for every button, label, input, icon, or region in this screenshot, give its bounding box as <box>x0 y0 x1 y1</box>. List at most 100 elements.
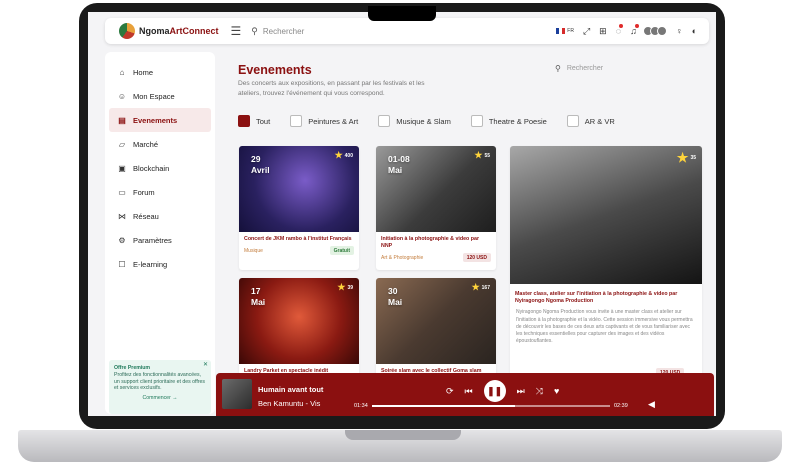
filter-theatre-poesie[interactable]: Theatre & Poesie <box>470 115 547 127</box>
page-subtitle: Des concerts aux expositions, en passant… <box>238 80 425 97</box>
events-main: Evenements Des concerts aux expositions,… <box>223 52 713 382</box>
player-controls: ⟳ ⏮ ❚❚ ⏭ ⤨ ♥ <box>446 380 559 402</box>
laptop-base-notch <box>345 430 461 440</box>
forum-icon: ▭ <box>118 187 126 197</box>
sidebar-item-label: Réseau <box>133 211 159 221</box>
sidebar-item-label: Forum <box>133 187 155 197</box>
star-icon: ★ <box>471 282 480 292</box>
filter-label: Peintures & Art <box>308 116 359 126</box>
checkbox[interactable] <box>290 115 303 127</box>
top-bar: NgomaArtConnect ☰ ⚲ Rechercher FR ⤢ ⊞ ◌ … <box>105 18 709 44</box>
filter-label: Musique & Slam <box>396 116 451 126</box>
heart-icon[interactable]: ♥ <box>554 386 559 396</box>
filter-peintures-art[interactable]: Peintures & Art <box>290 115 358 127</box>
event-description: Nyiragongo Ngoma Production vous invite … <box>516 309 693 345</box>
language-selector[interactable]: FR <box>556 28 574 34</box>
current-time: 01:34 <box>354 403 368 409</box>
sidebar-item-blockchain[interactable]: ▣ Blockchain <box>105 156 215 180</box>
volume-icon[interactable]: ◀ <box>648 399 655 410</box>
track-artist: Ben Kamuntu - Vis <box>258 399 321 408</box>
star-icon: ★ <box>334 150 343 160</box>
africa-logo-icon <box>119 23 135 39</box>
event-date: 01-08 Mai <box>388 154 410 175</box>
event-card[interactable]: 30 Mai ★ 167 Soirée slam avec le collectif… <box>376 278 496 382</box>
star-icon: ★ <box>676 150 689 165</box>
app-screen: NgomaArtConnect ☰ ⚲ Rechercher FR ⤢ ⊞ ◌ … <box>88 12 716 416</box>
sidebar-item-marche[interactable]: ▱ Marché <box>105 132 215 156</box>
camera-notch <box>368 6 436 21</box>
event-rating: ★ 35 <box>676 150 696 165</box>
repeat-icon[interactable]: ⟳ <box>446 386 454 397</box>
pause-button[interactable]: ❚❚ <box>483 380 506 402</box>
checkbox[interactable] <box>566 115 579 127</box>
top-search-placeholder: Rechercher <box>262 26 305 36</box>
chat-icon[interactable]: ◌ <box>616 24 624 36</box>
sidebar-item-mon-espace[interactable]: ☺ Mon Espace <box>105 84 215 108</box>
event-image: 29 Avril ★ 400 <box>239 146 359 232</box>
checkbox[interactable] <box>238 115 250 127</box>
bell-icon[interactable]: ♫ <box>630 24 639 36</box>
dark-mode-icon[interactable]: ◐ <box>692 26 697 36</box>
event-date: 29 Avril <box>251 154 270 175</box>
event-image: 30 Mai ★ 167 <box>376 278 496 364</box>
sidebar-item-evenements[interactable]: ▤ Evenements <box>109 108 211 132</box>
filter-tout[interactable]: Tout <box>238 115 270 127</box>
sidebar: ⌂ Home ☺ Mon Espace ▤ Evenements ▱ Marché ▣ B… <box>105 52 215 414</box>
event-card[interactable]: 01-08 Mai ★ 55 Initiation à la photographi… <box>376 146 496 270</box>
sidebar-item-forum[interactable]: ▭ Forum <box>105 180 215 204</box>
event-rating: ★ 55 <box>474 150 490 160</box>
sidebar-item-parametres[interactable]: ⚙ Paramètres <box>105 228 215 252</box>
avatar <box>656 26 667 36</box>
brand-logo[interactable]: NgomaArtConnect <box>119 23 219 39</box>
star-icon: ★ <box>474 150 483 160</box>
filter-musique-slam[interactable]: Musique & Slam <box>378 115 451 127</box>
promo-title: Offre Premium <box>114 365 151 371</box>
events-search[interactable]: ⚲ Rechercher <box>555 64 603 73</box>
sidebar-item-reseau[interactable]: ⋈ Réseau <box>105 204 215 228</box>
checkbox[interactable] <box>470 115 483 127</box>
track-title: Humain avant tout <box>258 385 324 394</box>
sidebar-item-home[interactable]: ⌂ Home <box>105 60 215 84</box>
event-price: 120 USD <box>462 253 491 263</box>
event-category: Art & Photographie <box>381 254 424 261</box>
previous-icon[interactable]: ⏮ <box>465 386 473 397</box>
event-title: Initiation à la photographie & video par… <box>381 236 480 250</box>
sidebar-item-elearning[interactable]: ☐ E-learning <box>105 252 215 276</box>
event-card[interactable]: 29 Avril ★ 400 Concert de JKM rambo à l'in… <box>239 146 359 270</box>
category-filters: Tout Peintures & Art Musique & Slam Thea… <box>238 115 635 127</box>
shuffle-icon[interactable]: ⤨ <box>536 386 543 397</box>
top-search[interactable]: ⚲ Rechercher <box>251 26 304 37</box>
cart-icon: ▱ <box>118 139 126 149</box>
user-profile-icon[interactable]: ♀ <box>676 26 683 36</box>
online-users[interactable] <box>642 26 667 36</box>
promo-start-link[interactable]: Commencer → <box>114 395 206 402</box>
event-image: 17 Mai ★ 39 <box>239 278 359 364</box>
filter-ar-vr[interactable]: AR & VR <box>566 115 615 127</box>
event-card-featured[interactable]: ★ 35 Master class, atelier sur l'initiati… <box>510 146 702 382</box>
event-card[interactable]: 17 Mai ★ 39 Landry Parket en spectacle iné… <box>239 278 359 382</box>
event-rating: ★ 167 <box>471 282 490 292</box>
events-search-placeholder: Rechercher <box>566 65 604 72</box>
checkbox[interactable] <box>378 115 391 127</box>
close-icon[interactable]: ✕ <box>203 362 208 370</box>
event-image: 01-08 Mai ★ 55 <box>376 146 496 232</box>
event-price: Gratuit <box>329 246 354 256</box>
progress-fill <box>372 405 515 407</box>
event-category: Musique <box>244 247 263 254</box>
progress-bar[interactable] <box>372 405 610 407</box>
apps-grid-icon[interactable]: ⊞ <box>599 26 607 37</box>
sidebar-item-label: E-learning <box>133 259 168 269</box>
event-title: Concert de JKM rambo à l'institut França… <box>244 236 352 242</box>
next-icon[interactable]: ⏭ <box>517 386 525 397</box>
menu-toggle-icon[interactable]: ☰ <box>231 24 242 38</box>
music-player: Humain avant tout Ben Kamuntu - Vis ⟳ ⏮ … <box>216 373 714 416</box>
event-image: ★ 35 <box>510 146 702 284</box>
event-date: 30 Mai <box>388 286 403 307</box>
sidebar-item-label: Blockchain <box>133 163 170 173</box>
fullscreen-icon[interactable]: ⤢ <box>583 26 590 37</box>
network-icon: ⋈ <box>118 211 126 221</box>
sidebar-item-label: Mon Espace <box>133 91 175 101</box>
sidebar-item-label: Paramètres <box>133 235 172 245</box>
sidebar-item-label: Home <box>133 67 154 77</box>
total-time: 02:39 <box>614 403 628 409</box>
